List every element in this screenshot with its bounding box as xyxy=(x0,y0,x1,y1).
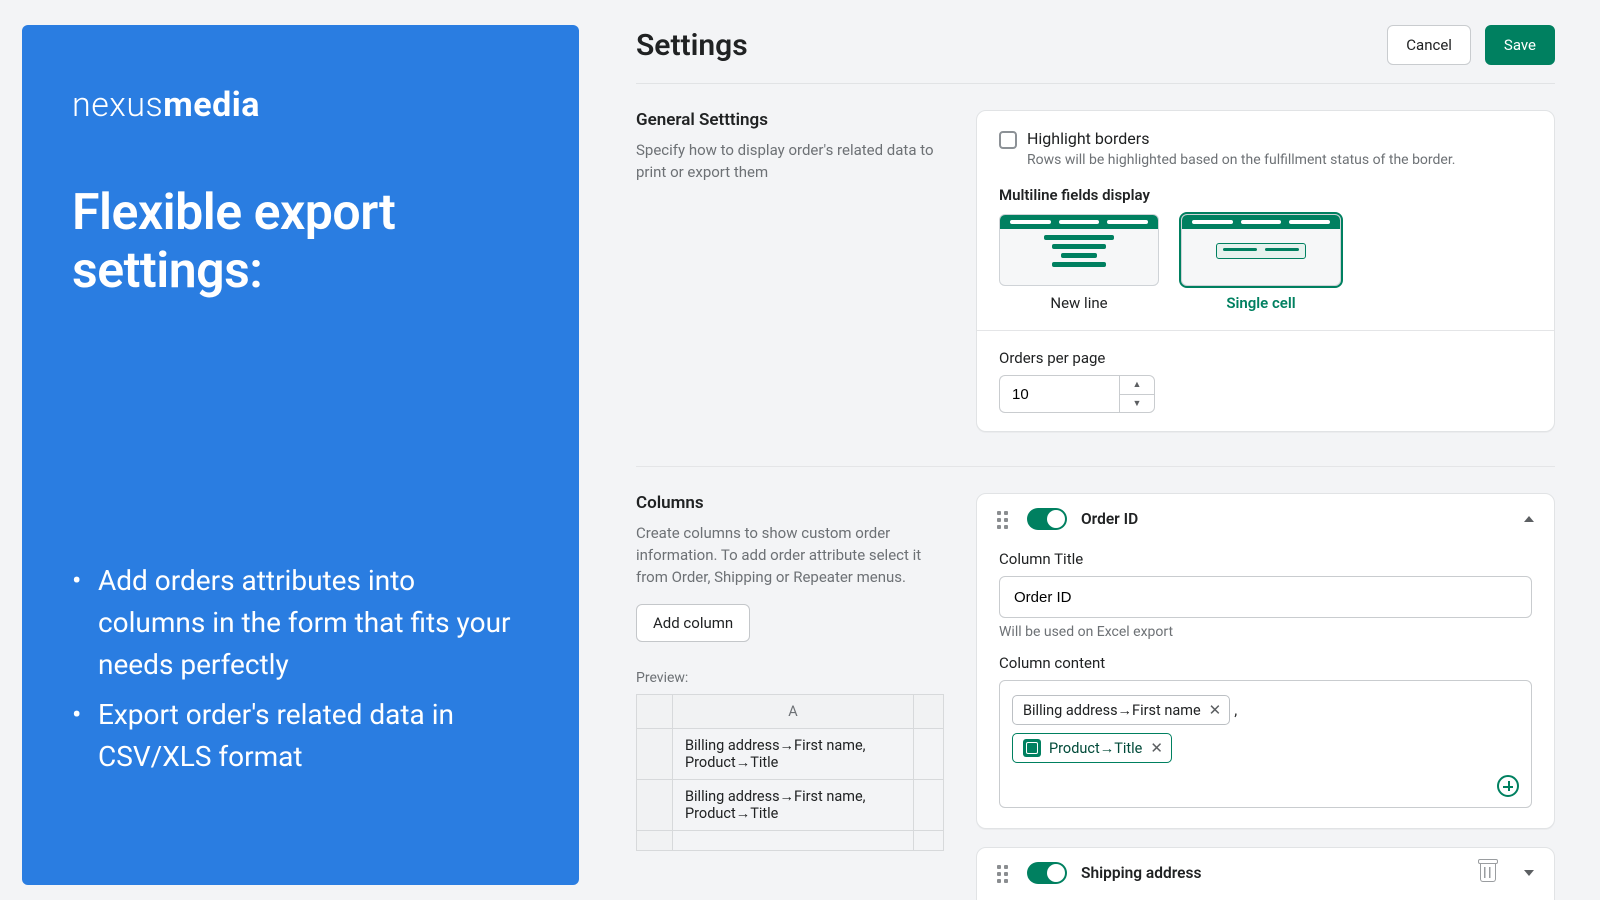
column-content-box[interactable]: Billing address→First name ✕ , Product→T… xyxy=(999,680,1532,808)
column-card-shipping-address: Shipping address xyxy=(976,847,1555,900)
brand-light: nexus xyxy=(72,85,163,125)
stepper-up-button[interactable]: ▲ xyxy=(1120,376,1154,395)
stepper-down-button[interactable]: ▼ xyxy=(1120,395,1154,413)
promo-bullet: Export order's related data in CSV/XLS f… xyxy=(72,694,529,778)
chip-billing-first-name[interactable]: Billing address→First name ✕ xyxy=(1012,695,1230,725)
preview-label: Preview: xyxy=(636,670,936,686)
add-attribute-button[interactable] xyxy=(1497,775,1519,797)
app-header: Settings Cancel Save xyxy=(636,25,1555,84)
column-content-label: Column content xyxy=(999,654,1532,672)
brand-bold: media xyxy=(163,85,260,125)
highlight-borders-label: Highlight borders xyxy=(1027,129,1455,148)
option-single-cell[interactable]: Single cell xyxy=(1181,214,1341,312)
brand-logo: nexusmedia xyxy=(72,85,529,125)
highlight-borders-checkbox[interactable] xyxy=(999,131,1017,149)
chip-remove-icon[interactable]: ✕ xyxy=(1150,739,1163,757)
column-card-order-id: Order ID Column Title Will be used on Ex… xyxy=(976,493,1555,829)
separator-comma: , xyxy=(1234,701,1237,719)
highlight-borders-desc: Rows will be highlighted based on the fu… xyxy=(1027,152,1455,168)
drag-handle-icon[interactable] xyxy=(997,511,1013,527)
delete-column-icon[interactable] xyxy=(1480,864,1496,882)
promo-bullets: Add orders attributes into columns in th… xyxy=(72,560,529,778)
section-columns: Columns Create columns to show custom or… xyxy=(636,466,1555,900)
settings-app: Settings Cancel Save General Setttings S… xyxy=(636,25,1555,900)
option-single-cell-label: Single cell xyxy=(1181,294,1341,312)
page-title: Settings xyxy=(636,28,748,63)
multiline-heading: Multiline fields display xyxy=(999,186,1532,204)
section-general: General Setttings Specify how to display… xyxy=(636,84,1555,432)
column-title-hint: Will be used on Excel export xyxy=(999,624,1532,640)
chip-remove-icon[interactable]: ✕ xyxy=(1209,701,1222,719)
general-heading: General Setttings xyxy=(636,110,936,130)
header-actions: Cancel Save xyxy=(1387,25,1555,65)
promo-bullet: Add orders attributes into columns in th… xyxy=(72,560,529,686)
column-title: Shipping address xyxy=(1081,864,1466,882)
add-column-button[interactable]: Add column xyxy=(636,604,750,642)
general-desc: Specify how to display order's related d… xyxy=(636,140,936,184)
expand-icon[interactable] xyxy=(1524,870,1534,876)
option-new-line-label: New line xyxy=(999,294,1159,312)
orders-per-page-input[interactable] xyxy=(999,375,1119,413)
preview-col-header: A xyxy=(673,695,914,729)
orders-per-page-stepper[interactable]: ▲ ▼ xyxy=(999,375,1155,413)
preview-table: A Billing address→First name, Product→Ti… xyxy=(636,694,944,851)
column-enabled-toggle[interactable] xyxy=(1027,862,1067,884)
collapse-icon[interactable] xyxy=(1524,516,1534,522)
save-button[interactable]: Save xyxy=(1485,25,1555,65)
drag-handle-icon[interactable] xyxy=(997,865,1013,881)
chip-label: Product→Title xyxy=(1049,740,1142,757)
promo-headline: Flexible export settings: xyxy=(72,185,529,300)
chip-label: Billing address→First name xyxy=(1023,702,1201,719)
preview-cell: Billing address→First name, Product→Titl… xyxy=(673,780,914,831)
column-title: Order ID xyxy=(1081,510,1510,528)
column-title-input[interactable] xyxy=(999,576,1532,618)
promo-panel: nexusmedia Flexible export settings: Add… xyxy=(22,25,579,885)
column-enabled-toggle[interactable] xyxy=(1027,508,1067,530)
chip-product-title[interactable]: Product→Title ✕ xyxy=(1012,733,1172,763)
general-card: Highlight borders Rows will be highlight… xyxy=(976,110,1555,432)
repeater-icon xyxy=(1023,739,1041,757)
preview-cell: Billing address→First name, Product→Titl… xyxy=(673,729,914,780)
columns-desc: Create columns to show custom order info… xyxy=(636,523,936,588)
column-title-label: Column Title xyxy=(999,550,1532,568)
columns-heading: Columns xyxy=(636,493,936,513)
option-new-line[interactable]: New line xyxy=(999,214,1159,312)
cancel-button[interactable]: Cancel xyxy=(1387,25,1471,65)
orders-per-page-label: Orders per page xyxy=(999,349,1532,367)
